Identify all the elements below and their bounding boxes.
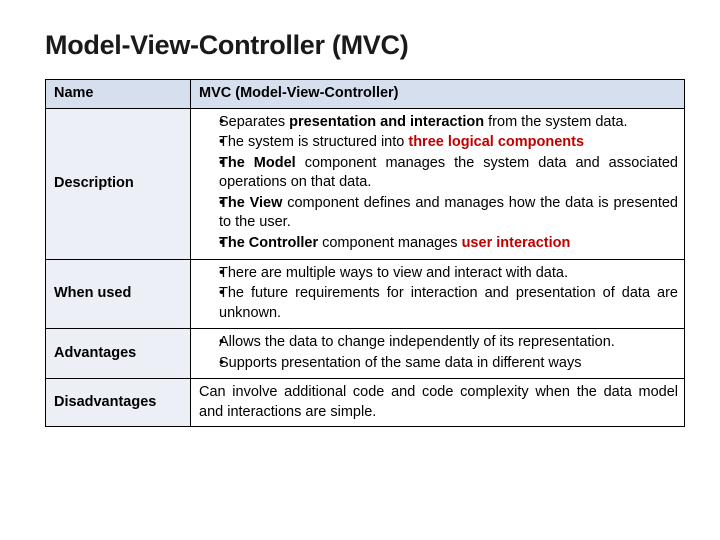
desc-item-3: The Model component manages the system d… <box>219 154 678 193</box>
desc-item-2: The system is structured into three logi… <box>219 133 678 153</box>
when-item-2: The future requirements for interaction … <box>219 284 678 323</box>
header-name-label: Name <box>46 80 191 109</box>
table-header-row: Name MVC (Model-View-Controller) <box>46 80 685 109</box>
row-when-used: When used There are multiple ways to vie… <box>46 259 685 329</box>
row-disadvantages: Disadvantages Can involve additional cod… <box>46 379 685 427</box>
adv-item-2: Supports presentation of the same data i… <box>219 354 678 374</box>
slide-title: Model-View-Controller (MVC) <box>45 30 685 61</box>
when-item-1: There are multiple ways to view and inte… <box>219 264 678 284</box>
cell-when-used: There are multiple ways to view and inte… <box>191 259 685 329</box>
label-description: Description <box>46 108 191 259</box>
slide: Model-View-Controller (MVC) Name MVC (Mo… <box>0 0 720 447</box>
cell-description: Separates presentation and interaction f… <box>191 108 685 259</box>
mvc-table: Name MVC (Model-View-Controller) Descrip… <box>45 79 685 427</box>
desc-item-5: The Controller component manages user in… <box>219 234 678 254</box>
label-when-used: When used <box>46 259 191 329</box>
row-description: Description Separates presentation and i… <box>46 108 685 259</box>
label-disadvantages: Disadvantages <box>46 379 191 427</box>
adv-item-1: Allows the data to change independently … <box>219 333 678 353</box>
desc-item-1: Separates presentation and interaction f… <box>219 113 678 133</box>
row-advantages: Advantages Allows the data to change ind… <box>46 329 685 379</box>
desc-item-4: The View component defines and manages h… <box>219 194 678 233</box>
header-name-value: MVC (Model-View-Controller) <box>191 80 685 109</box>
cell-disadvantages: Can involve additional code and code com… <box>191 379 685 427</box>
label-advantages: Advantages <box>46 329 191 379</box>
cell-advantages: Allows the data to change independently … <box>191 329 685 379</box>
